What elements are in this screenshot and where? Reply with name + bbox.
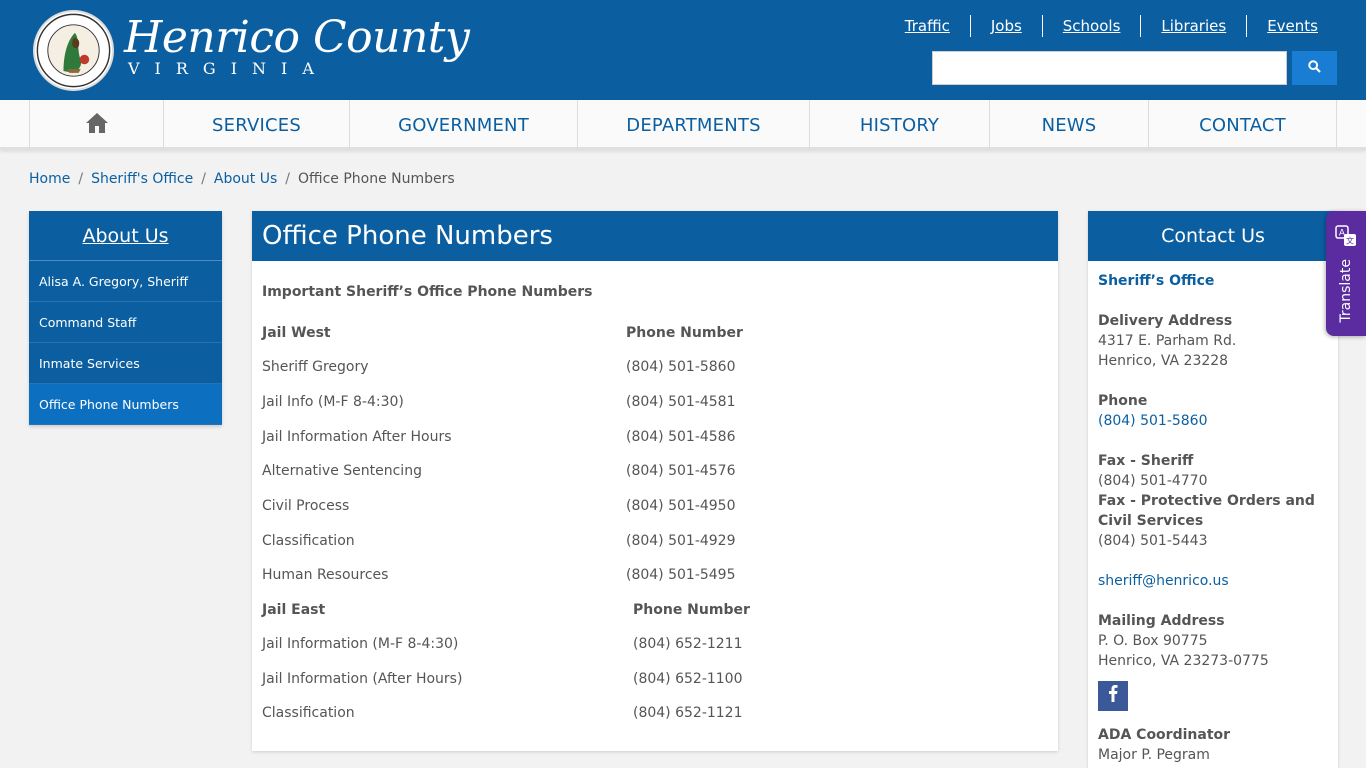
top-link-schools[interactable]: Schools <box>1041 15 1141 37</box>
nav-history[interactable]: HISTORY <box>810 100 990 150</box>
sidebar-item-inmate-services[interactable]: Inmate Services <box>29 343 222 384</box>
facebook-icon <box>1108 684 1118 708</box>
table-row: Classification (804) 652-1121 <box>262 705 743 721</box>
row-label: Classification <box>262 533 355 549</box>
county-wordmark[interactable]: Henrico County VIRGINIA <box>124 12 470 78</box>
breadcrumb-separator: / <box>285 171 291 187</box>
delivery-address-label: Delivery Address <box>1098 313 1233 329</box>
section-sidebar: About Us Alisa A. Gregory, Sheriff Comma… <box>29 211 222 425</box>
mailing-address-line1: P. O. Box 90775 <box>1098 633 1208 649</box>
row-phone: (804) 652-1211 <box>633 636 743 652</box>
ada-coordinator-label: ADA Coordinator <box>1098 727 1231 743</box>
jail-east-header: Jail East Phone Number <box>262 602 750 618</box>
row-label: Civil Process <box>262 498 350 514</box>
jail-west-header: Jail West Phone Number <box>262 325 743 341</box>
row-phone: (804) 501-4929 <box>626 533 736 549</box>
nav-government[interactable]: GOVERNMENT <box>350 100 578 150</box>
phone-label: Phone <box>1098 393 1148 409</box>
row-phone: (804) 501-4581 <box>626 394 736 410</box>
table-row: Sheriff Gregory (804) 501-5860 <box>262 359 736 375</box>
row-label: Classification <box>262 705 355 721</box>
top-link-libraries[interactable]: Libraries <box>1140 15 1246 37</box>
translate-label: Translate <box>1338 259 1354 323</box>
nav-services[interactable]: SERVICES <box>164 100 350 150</box>
email-link[interactable]: sheriff@henrico.us <box>1098 571 1328 591</box>
row-label: Alternative Sentencing <box>262 463 422 479</box>
table-row: Classification (804) 501-4929 <box>262 533 736 549</box>
breadcrumb-sheriffs-office[interactable]: Sheriff's Office <box>91 171 193 187</box>
translate-icon: A 文 <box>1335 225 1357 251</box>
sidebar-item-sheriff[interactable]: Alisa A. Gregory, Sheriff <box>29 261 222 302</box>
table-row: Jail Information After Hours (804) 501-4… <box>262 429 736 445</box>
phone-link[interactable]: (804) 501-5860 <box>1098 411 1328 431</box>
col-phone: Phone Number <box>633 602 750 618</box>
search-icon <box>1308 60 1321 76</box>
county-seal-logo[interactable] <box>33 10 114 91</box>
breadcrumb-separator: / <box>201 171 206 187</box>
sidebar-item-office-phone-numbers[interactable]: Office Phone Numbers <box>29 384 222 425</box>
ada-coordinator-name: Major P. Pegram <box>1098 747 1210 763</box>
home-icon <box>85 112 109 139</box>
main-navigation: SERVICES GOVERNMENT DEPARTMENTS HISTORY … <box>0 100 1366 150</box>
contact-panel: Contact Us Sheriff’s Office Delivery Add… <box>1088 211 1338 768</box>
delivery-address-line1: 4317 E. Parham Rd. <box>1098 333 1237 349</box>
breadcrumb-about-us[interactable]: About Us <box>214 171 277 187</box>
nav-departments[interactable]: DEPARTMENTS <box>578 100 810 150</box>
col-label: Jail West <box>262 325 331 341</box>
table-row: Alternative Sentencing (804) 501-4576 <box>262 463 736 479</box>
top-link-traffic[interactable]: Traffic <box>885 15 970 37</box>
translate-button[interactable]: A 文 Translate <box>1326 211 1366 336</box>
row-phone: (804) 501-4950 <box>626 498 736 514</box>
col-phone: Phone Number <box>626 325 743 341</box>
sidebar-item-command-staff[interactable]: Command Staff <box>29 302 222 343</box>
row-phone: (804) 501-4576 <box>626 463 736 479</box>
contact-title: Contact Us <box>1088 211 1338 261</box>
row-label: Human Resources <box>262 567 389 583</box>
col-label: Jail East <box>262 602 326 618</box>
row-label: Jail Information After Hours <box>262 429 452 445</box>
wordmark-title: Henrico County <box>124 12 470 63</box>
mailing-address-line2: Henrico, VA 23273-0775 <box>1098 653 1269 669</box>
fax-sheriff-value: (804) 501-4770 <box>1098 473 1208 489</box>
svg-text:文: 文 <box>1346 236 1354 246</box>
utility-links: Traffic Jobs Schools Libraries Events <box>885 15 1338 37</box>
fax-sheriff-label: Fax - Sheriff <box>1098 453 1194 469</box>
search-input[interactable] <box>932 51 1287 85</box>
row-phone: (804) 501-5495 <box>626 567 736 583</box>
table-row: Human Resources (804) 501-5495 <box>262 567 736 583</box>
top-link-events[interactable]: Events <box>1246 15 1338 37</box>
breadcrumb-home[interactable]: Home <box>29 171 70 187</box>
table-row: Jail Info (M-F 8-4:30) (804) 501-4581 <box>262 394 736 410</box>
site-header: Henrico County VIRGINIA Traffic Jobs Sch… <box>0 0 1366 100</box>
breadcrumb: Home / Sheriff's Office / About Us / Off… <box>29 171 455 187</box>
mailing-address-label: Mailing Address <box>1098 613 1225 629</box>
row-label: Sheriff Gregory <box>262 359 369 375</box>
nav-news[interactable]: NEWS <box>990 100 1149 150</box>
fax-protective-orders-value: (804) 501-5443 <box>1098 533 1208 549</box>
row-phone: (804) 501-4586 <box>626 429 736 445</box>
top-link-jobs[interactable]: Jobs <box>969 15 1042 37</box>
row-label: Jail Information (M-F 8-4:30) <box>262 636 459 652</box>
nav-contact[interactable]: CONTACT <box>1149 100 1337 150</box>
row-phone: (804) 501-5860 <box>626 359 736 375</box>
table-row: Jail Information (After Hours) (804) 652… <box>262 671 743 687</box>
sidebar-title-about-us[interactable]: About Us <box>29 211 222 261</box>
row-label: Jail Info (M-F 8-4:30) <box>262 394 404 410</box>
nav-home[interactable] <box>30 100 164 150</box>
breadcrumb-separator: / <box>78 171 84 187</box>
main-content: Office Phone Numbers Important Sheriff’s… <box>252 211 1058 751</box>
search-button[interactable] <box>1292 51 1337 85</box>
contact-org-link[interactable]: Sheriff’s Office <box>1098 271 1328 291</box>
row-phone: (804) 652-1121 <box>633 705 743 721</box>
section-subhead: Important Sheriff’s Office Phone Numbers <box>262 284 593 300</box>
row-phone: (804) 652-1100 <box>633 671 743 687</box>
breadcrumb-current: Office Phone Numbers <box>298 171 455 187</box>
fax-protective-orders-label: Fax - Protective Orders and Civil Servic… <box>1098 493 1315 529</box>
row-label: Jail Information (After Hours) <box>262 671 463 687</box>
page-title: Office Phone Numbers <box>252 211 1058 261</box>
table-row: Jail Information (M-F 8-4:30) (804) 652-… <box>262 636 743 652</box>
facebook-button[interactable] <box>1098 681 1128 711</box>
delivery-address-line2: Henrico, VA 23228 <box>1098 353 1229 369</box>
table-row: Civil Process (804) 501-4950 <box>262 498 736 514</box>
